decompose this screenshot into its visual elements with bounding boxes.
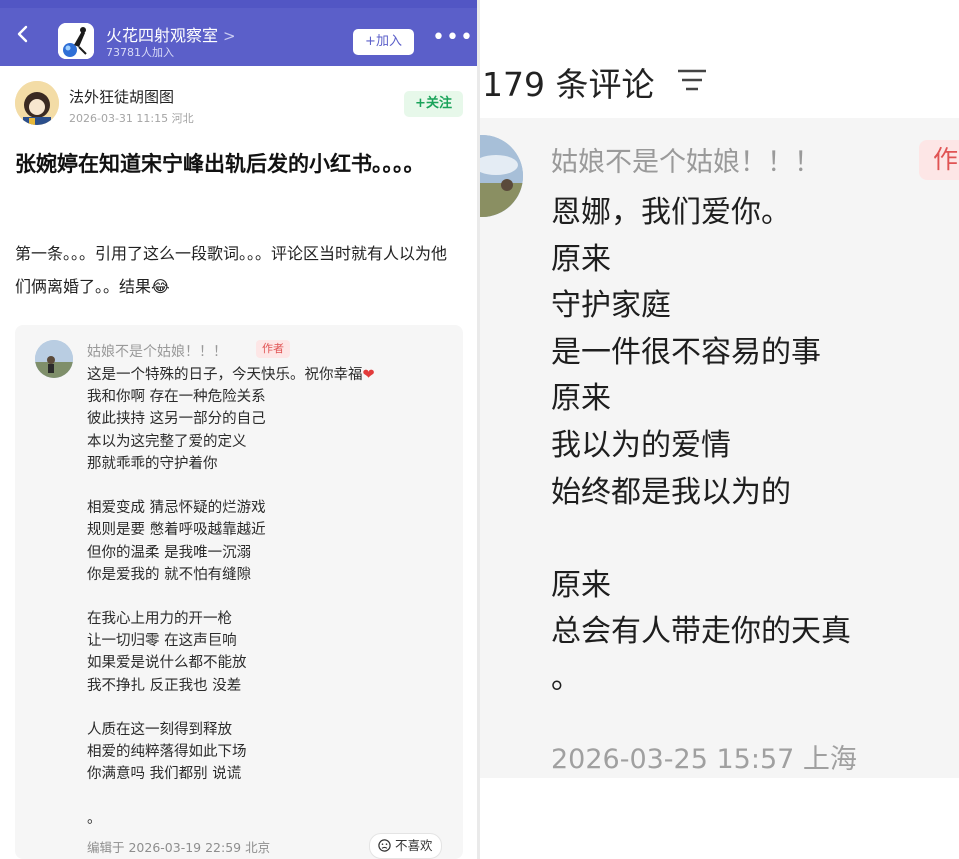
edited-timestamp: 编辑于 2026-03-19 22:59 北京 xyxy=(87,840,271,855)
chevron-right-icon: > xyxy=(223,27,236,45)
lyric-line xyxy=(87,475,457,497)
lyric-line: 让一切归零 在这声巨响 xyxy=(87,633,237,650)
quoted-note-card[interactable]: 姑娘不是个姑娘！！！ 作者 这是一个特殊的日子，今天快乐。祝你幸福❤ 我和你啊 … xyxy=(15,325,463,859)
comment-item[interactable]: 姑娘不是个姑娘！！！ 作 恩娜，我们爱你。 原来 守护家庭 是一件很不容易的事 … xyxy=(479,118,959,778)
lyric-line: 规则是要 憋着呼吸越靠越近 xyxy=(87,522,266,539)
lyric-line: 你是爱我的 就不怕有缝隙 xyxy=(87,566,252,583)
lyric-line: 彼此挟持 这另一部分的自己 xyxy=(87,411,266,428)
post-title: 张婉婷在知道宋宁峰出轨后发的小红书。。。。 xyxy=(15,152,425,176)
comment-line: 原来 xyxy=(551,381,611,417)
post-timestamp: 2026-03-31 11:15 河北 xyxy=(69,112,194,125)
group-name-text: 火花四射观察室 xyxy=(106,26,219,45)
lyric-line: 相爱变成 猜忌怀疑的烂游戏 xyxy=(87,500,266,517)
comment-line: 。 xyxy=(551,660,581,696)
dislike-button[interactable]: 不喜欢 xyxy=(369,833,442,859)
quoted-author-avatar xyxy=(35,340,73,378)
comment-count-header: 179 条评论 xyxy=(482,65,655,104)
comment-line: 我以为的爱情 xyxy=(551,427,731,463)
dislike-label: 不喜欢 xyxy=(394,838,433,853)
join-button[interactable]: +加入 xyxy=(353,29,414,55)
author-avatar-image xyxy=(15,81,59,125)
author-badge: 作者 xyxy=(256,340,290,358)
comment-timestamp: 2026-03-25 15:57 上海 xyxy=(551,744,857,775)
commenter-avatar[interactable] xyxy=(479,135,523,217)
lyric-line xyxy=(87,786,457,808)
sad-face-icon xyxy=(378,839,391,852)
lyric-line: 人质在这一刻得到释放 xyxy=(87,722,232,738)
author-badge: 作 xyxy=(919,140,959,180)
comment-line: 原来 xyxy=(551,241,611,277)
comment-line: 恩娜，我们爱你。 xyxy=(551,195,791,230)
quoted-lyrics: 这是一个特殊的日子，今天快乐。祝你幸福❤ 我和你啊 存在一种危险关系 彼此挟持 … xyxy=(87,364,457,830)
post-body: 第一条。。。引用了这么一段歌词。。。评论区当时就有人以为他们俩离婚了。。结果😂 xyxy=(15,244,448,296)
lyric-line: 但你的温柔 是我唯一沉溺 xyxy=(87,544,252,561)
lyric-line xyxy=(87,697,457,719)
comment-text: 恩娜，我们爱你。 原来 守护家庭 是一件很不容易的事 原来 我以为的爱情 始终都… xyxy=(551,190,951,703)
lyric-line: 。 xyxy=(87,810,102,827)
heart-icon: ❤ xyxy=(362,367,375,383)
lyric-line: 那就乖乖的守护着你 xyxy=(87,455,218,472)
post-panel: 火花四射观察室 > 73781人加入 +加入 ••• 法外狂徒胡图图 2026-0… xyxy=(0,0,479,859)
more-dots-icon[interactable]: ••• xyxy=(432,27,473,49)
group-title[interactable]: 火花四射观察室 > xyxy=(106,22,236,46)
group-header-bar: 火花四射观察室 > 73781人加入 +加入 ••• xyxy=(0,0,479,66)
lyric-line: 相爱的纯粹落得如此下场 xyxy=(87,744,247,761)
quoted-first-line: 这是一个特殊的日子，今天快乐。祝你幸福❤ xyxy=(87,364,457,386)
lyric-line: 在我心上用力的开一枪 xyxy=(87,611,232,628)
lyric-line: 我和你啊 存在一种危险关系 xyxy=(87,389,266,406)
commenter-name[interactable]: 姑娘不是个姑娘！！！ xyxy=(551,140,821,179)
quoted-avatar-image xyxy=(35,340,73,378)
comment-line: 总会有人带走你的天真 xyxy=(551,614,851,650)
lyric-line: 如果爱是说什么都不能放 xyxy=(87,655,247,672)
group-member-count: 73781人加入 xyxy=(106,46,174,59)
status-strip xyxy=(0,0,479,8)
author-avatar[interactable] xyxy=(15,81,59,125)
quoted-first-line-text: 这是一个特殊的日子，今天快乐。祝你幸福 xyxy=(87,367,363,383)
lyric-line xyxy=(87,586,457,608)
author-name[interactable]: 法外狂徒胡图图 xyxy=(69,86,174,107)
comments-zoom-panel: 179 条评论 姑娘不是个姑娘！！！ 作 恩娜，我们爱你。 原来 守护家庭 是一… xyxy=(479,0,959,859)
quoted-author-name: 姑娘不是个姑娘！！！ xyxy=(87,344,227,360)
lyric-line: 本以为这完整了爱的定义 xyxy=(87,433,247,450)
comment-line: 原来 xyxy=(551,567,611,603)
chevron-left-icon[interactable] xyxy=(14,25,32,43)
lyric-line: 你满意吗 我们都别 说谎 xyxy=(87,766,242,783)
follow-button[interactable]: +关注 xyxy=(404,91,463,117)
group-avatar-image xyxy=(58,23,94,59)
sort-lines-icon[interactable] xyxy=(676,66,708,94)
comment-line xyxy=(551,516,951,563)
panel-divider xyxy=(477,0,480,859)
comment-line: 是一件很不容易的事 xyxy=(551,334,821,370)
comment-line: 始终都是我以为的 xyxy=(551,474,791,510)
commenter-avatar-image xyxy=(479,135,523,217)
comment-line: 守护家庭 xyxy=(551,288,671,324)
group-avatar[interactable] xyxy=(58,23,94,59)
lyric-line: 我不挣扎 反正我也 没差 xyxy=(87,677,242,694)
